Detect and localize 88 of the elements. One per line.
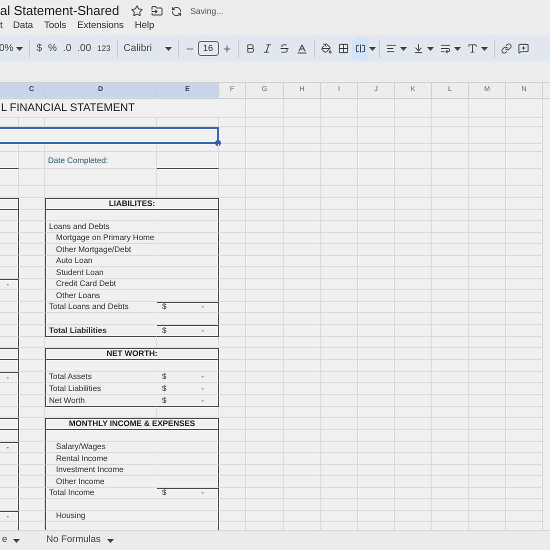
cell-text: - xyxy=(6,442,9,452)
section-heading: NET WORTH: xyxy=(106,350,158,358)
table-cell[interactable]: Net Worth xyxy=(45,394,157,406)
amount-text: - xyxy=(201,326,204,336)
table-cell[interactable]: $ - xyxy=(157,324,219,336)
table-cell[interactable]: Mortgage on Primary Home xyxy=(45,232,157,244)
sheet-tab[interactable]: e xyxy=(0,531,22,550)
currency-sign: $ xyxy=(162,372,166,382)
table-cell[interactable]: Total Liabilities xyxy=(45,324,157,336)
menu-item[interactable]: Extensions xyxy=(77,19,124,34)
table-cell[interactable]: Loans and Debts xyxy=(45,221,157,232)
cell-text: - xyxy=(6,278,9,290)
table-cell[interactable]: Investment Income xyxy=(45,464,157,476)
row-label: Total Assets xyxy=(49,372,92,382)
decrease-decimal-button[interactable]: .0 xyxy=(60,38,74,60)
cell-text: - xyxy=(6,510,9,522)
table-cell[interactable]: MONTHLY INCOME & EXPENSES xyxy=(45,418,219,430)
sheet-title: L FINANCIAL STATEMENT xyxy=(0,100,135,116)
menu-item[interactable]: Help xyxy=(134,19,154,34)
amount-text: - xyxy=(201,384,204,394)
amount-text: - xyxy=(201,372,204,382)
table-cell[interactable]: Student Loan xyxy=(45,267,157,278)
table-cell[interactable]: LIABILITES: xyxy=(45,198,219,210)
table-cell[interactable]: Credit Card Debt xyxy=(45,278,157,290)
table-cell[interactable]: Auto Loan xyxy=(45,256,157,267)
table-cell[interactable]: $ - xyxy=(157,383,219,394)
amount-text: - xyxy=(201,396,204,406)
row-label: Housing xyxy=(56,511,86,521)
table-cell[interactable]: Total Loans and Debts xyxy=(45,302,157,313)
table-cell[interactable]: L FINANCIAL STATEMENT xyxy=(0,99,219,118)
currency-sign: $ xyxy=(162,326,166,336)
currency-sign: $ xyxy=(162,302,166,312)
field-label: Date Completed: xyxy=(48,156,108,166)
row-label: Salary/Wages xyxy=(56,442,106,452)
table-cell[interactable]: Total Assets xyxy=(45,372,157,383)
save-status: Saving... xyxy=(190,4,224,18)
currency-sign: $ xyxy=(162,488,166,498)
table-cell[interactable]: Other Income xyxy=(45,476,157,488)
menu-item[interactable]: Tools xyxy=(44,19,66,34)
section-heading: LIABILITES: xyxy=(108,200,156,208)
row-label: Total Income xyxy=(49,488,94,498)
menu-item[interactable]: t xyxy=(0,19,2,34)
table-cell[interactable]: $ - xyxy=(157,488,219,499)
currency-button[interactable]: $ xyxy=(33,38,46,60)
row-label: Other Mortgage/Debt xyxy=(56,244,132,254)
table-cell[interactable]: - xyxy=(0,278,19,290)
row-label: Credit Card Debt xyxy=(56,279,116,289)
row-label: Other Income xyxy=(56,476,104,486)
table-cell[interactable]: Housing xyxy=(45,510,157,522)
row-label: Net Worth xyxy=(49,396,85,406)
table-cell[interactable]: Rental Income xyxy=(45,453,157,464)
row-label: Loans and Debts xyxy=(49,222,110,232)
row-label: Total Liabilities xyxy=(49,326,107,336)
row-label: Investment Income xyxy=(56,465,124,475)
menu-item[interactable]: Data xyxy=(13,19,34,34)
table-cell[interactable]: $ - xyxy=(157,302,219,313)
row-label: Rental Income xyxy=(56,454,108,464)
document-title[interactable]: al Statement-Shared xyxy=(0,1,120,21)
table-cell[interactable]: - xyxy=(0,442,19,453)
currency-sign: $ xyxy=(162,396,166,406)
table-cell[interactable]: - xyxy=(0,510,19,522)
table-cell[interactable]: Salary/Wages xyxy=(45,442,157,453)
font-size-field[interactable]: 16 xyxy=(198,41,219,56)
row-label: Student Loan xyxy=(56,268,104,278)
table-cell[interactable]: Date Completed: xyxy=(45,152,157,169)
cell-text: - xyxy=(6,372,9,382)
currency-sign: $ xyxy=(162,384,166,394)
amount-text: - xyxy=(201,302,204,312)
row-label: Auto Loan xyxy=(56,256,92,266)
increase-decimal-button[interactable]: .00 xyxy=(74,38,94,60)
row-label: Mortgage on Primary Home xyxy=(56,233,154,243)
row-label: Other Loans xyxy=(56,290,100,300)
percent-button[interactable]: % xyxy=(45,38,60,60)
table-cell[interactable]: - xyxy=(0,372,19,383)
table-cell[interactable]: $ - xyxy=(157,394,219,406)
row-label: Total Loans and Debts xyxy=(49,302,129,312)
row-label: Total Liabilities xyxy=(49,384,102,394)
table-cell[interactable]: Total Income xyxy=(45,488,157,499)
sheet-tab[interactable]: No Formulas xyxy=(44,531,116,550)
amount-text: - xyxy=(201,488,204,498)
table-cell[interactable]: NET WORTH: xyxy=(45,348,219,360)
font-dropdown[interactable]: Calibri xyxy=(120,38,175,60)
table-cell[interactable]: Other Mortgage/Debt xyxy=(45,244,157,256)
table-cell[interactable]: $ - xyxy=(157,372,219,383)
table-cell[interactable]: Other Loans xyxy=(45,290,157,302)
section-heading: MONTHLY INCOME & EXPENSES xyxy=(68,420,196,428)
table-cell[interactable]: Total Liabilities xyxy=(45,383,157,394)
number-format-button[interactable]: 123 xyxy=(94,38,114,60)
